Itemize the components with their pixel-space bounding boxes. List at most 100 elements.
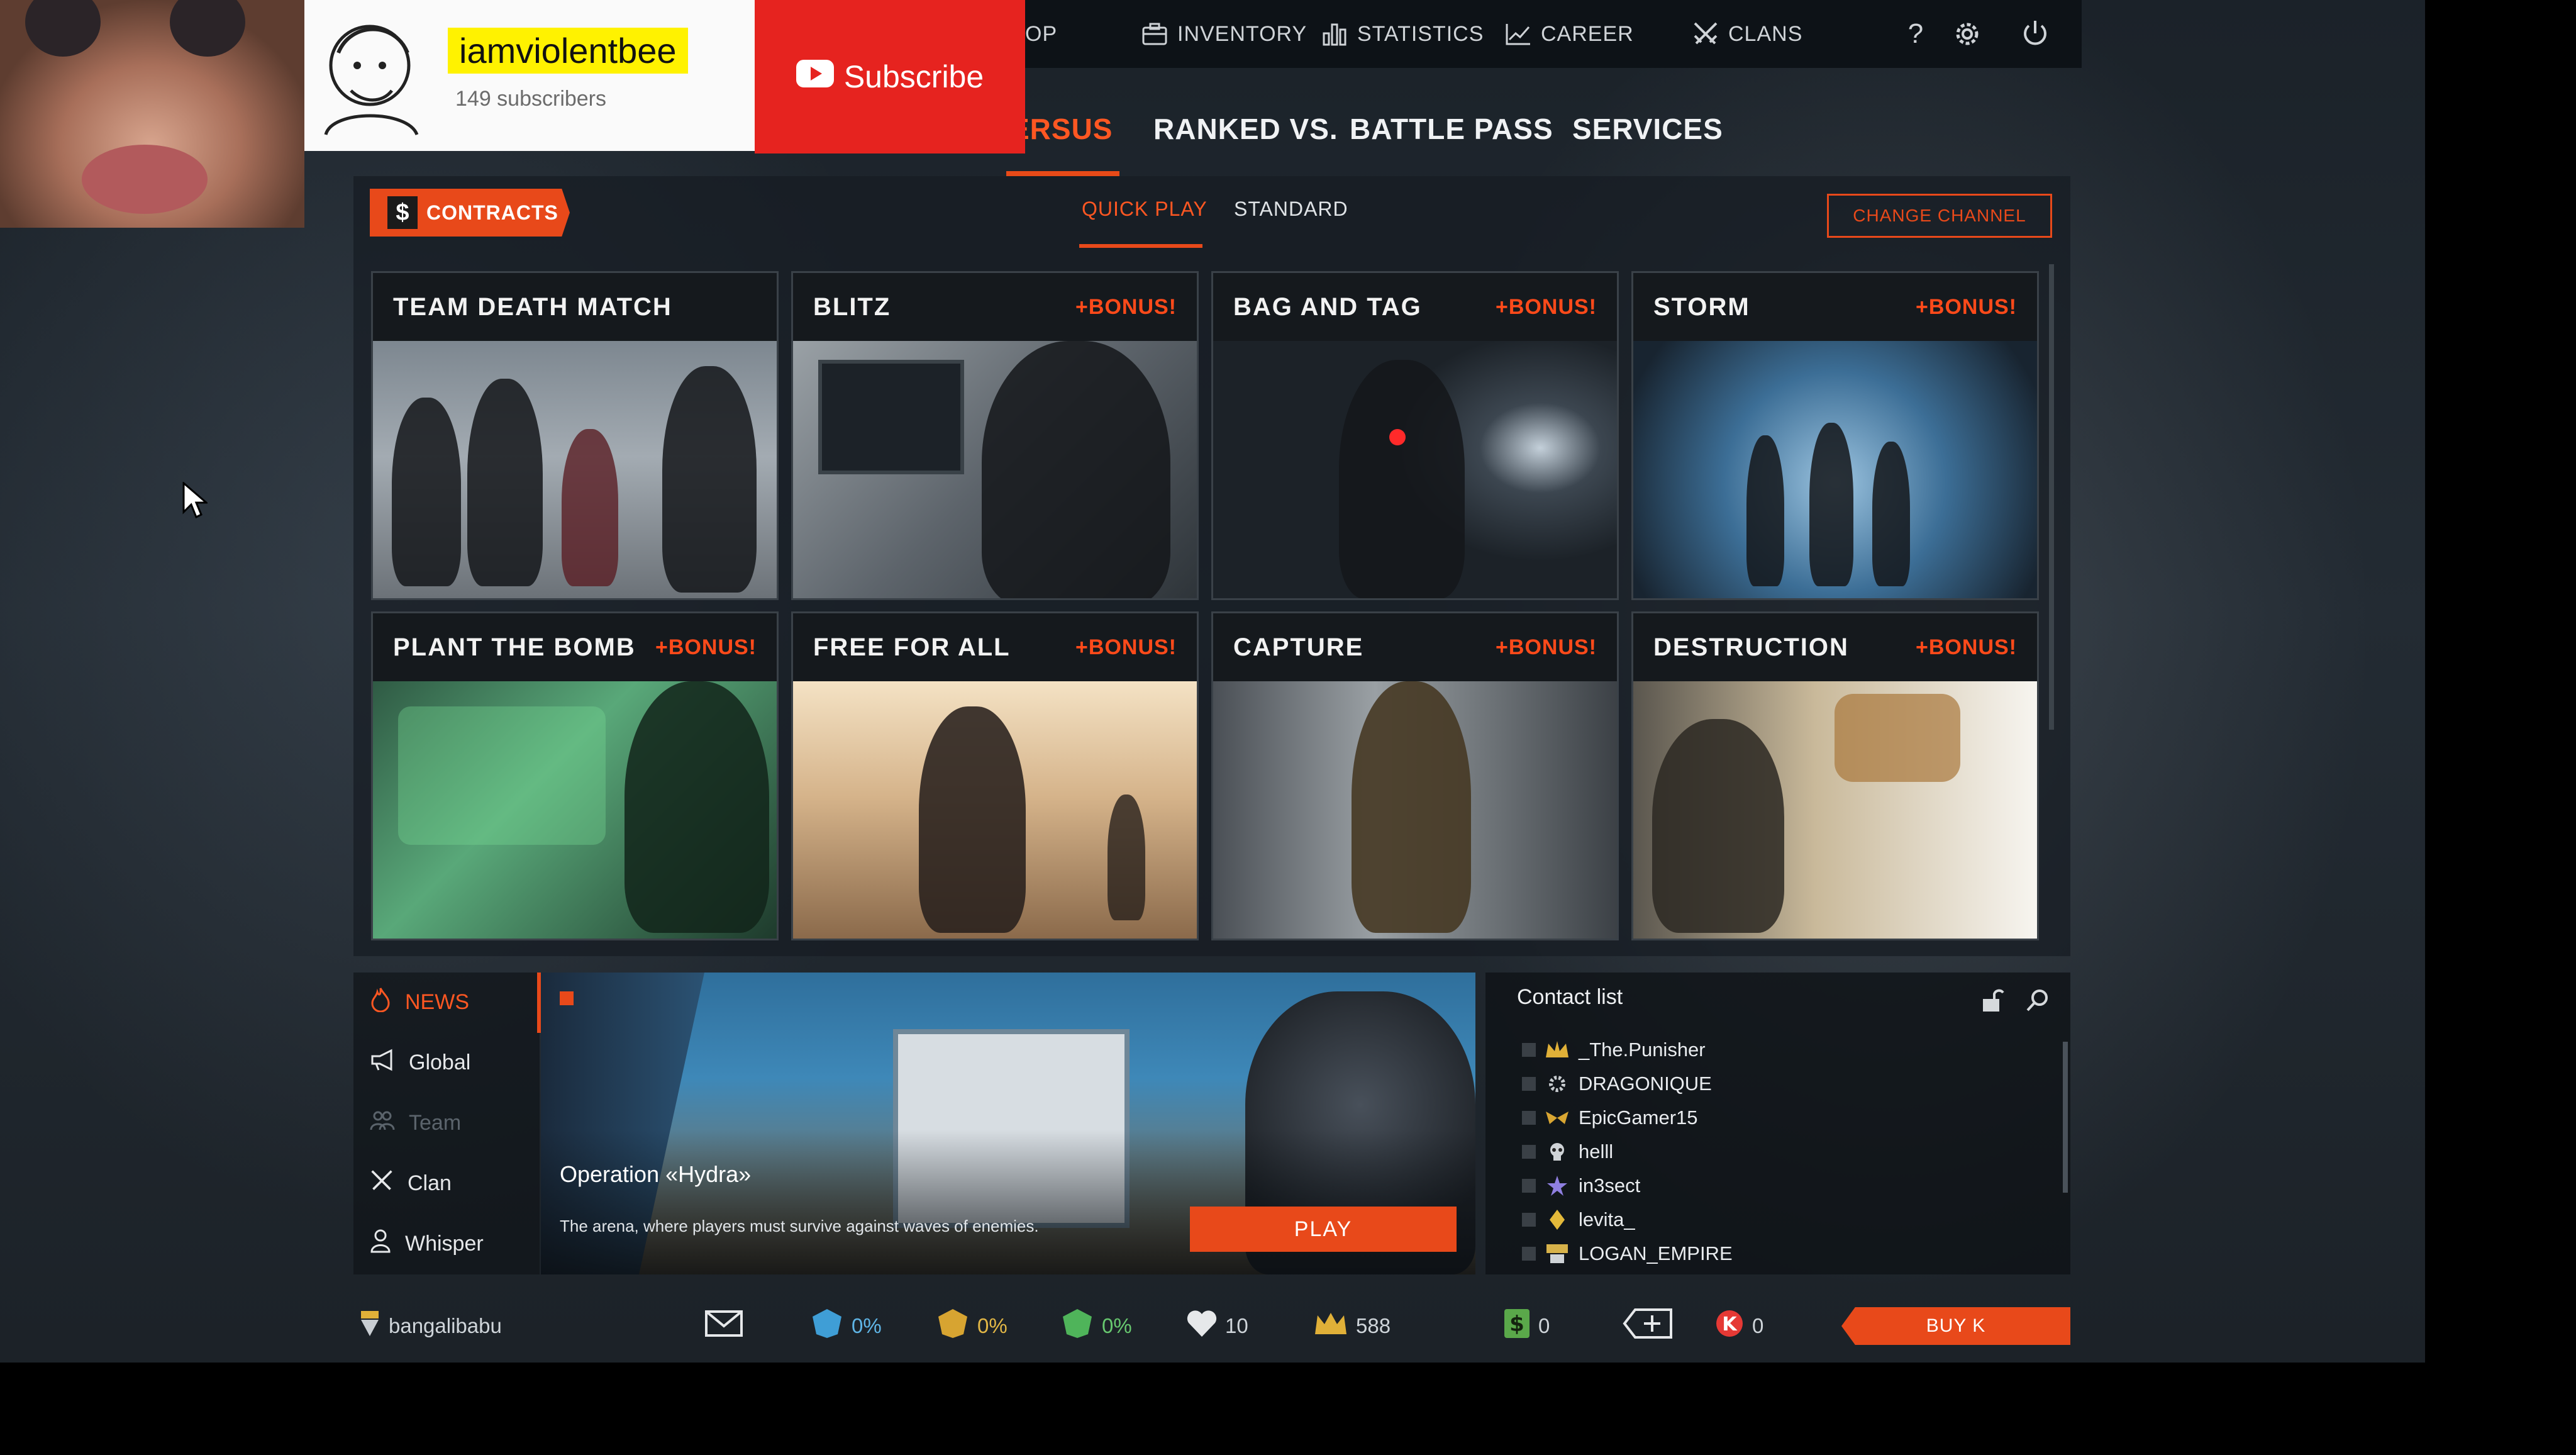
mode-card-capture[interactable]: CAPTURE +BONUS! [1211, 611, 1619, 940]
mode-art [373, 681, 777, 939]
search-icon[interactable] [2021, 984, 2054, 1017]
contracts-label: CONTRACTS [426, 201, 558, 224]
play-button[interactable]: PLAY [1190, 1207, 1457, 1252]
mode-title: PLANT THE BOMB [393, 633, 636, 661]
power-icon[interactable] [2018, 16, 2053, 52]
contact-checkbox[interactable] [1522, 1247, 1536, 1261]
subtab-underline [1079, 244, 1202, 248]
mode-art [1633, 341, 2037, 598]
dollar-icon: $ [387, 196, 418, 229]
mode-card-header: PLANT THE BOMB +BONUS! [373, 613, 777, 681]
mode-card-bag-and-tag[interactable]: BAG AND TAG +BONUS! [1211, 271, 1619, 600]
mode-title: BLITZ [813, 293, 891, 321]
subtab-quick-play[interactable]: QUICK PLAY [1082, 198, 1208, 221]
mode-card-header: CAPTURE +BONUS! [1213, 613, 1617, 681]
kcoin-icon: K [1714, 1308, 1745, 1344]
channel-label: Clan [408, 1171, 452, 1195]
channel-global[interactable]: Global [353, 1034, 540, 1091]
topnav-clans[interactable]: CLANS [1692, 16, 1802, 52]
player-status-bar: bangalibabu 0% 0% 0% 10 588 $ 0 K 0 [340, 1290, 2075, 1363]
mode-card-storm[interactable]: STORM +BONUS! [1631, 271, 2039, 600]
green-booster-icon [1060, 1308, 1094, 1344]
contact-list-title: Contact list [1517, 985, 1623, 1009]
rank-wings-icon [1545, 1105, 1570, 1130]
mode-card-destruction[interactable]: DESTRUCTION +BONUS! [1631, 611, 2039, 940]
mode-card-header: FREE FOR ALL +BONUS! [793, 613, 1197, 681]
briefcase-icon [1141, 20, 1169, 48]
mode-title: DESTRUCTION [1653, 633, 1849, 661]
mode-card-plant-the-bomb[interactable]: PLANT THE BOMB +BONUS! [371, 611, 779, 940]
banner-description: The arena, where players must survive ag… [560, 1217, 1039, 1235]
contact-checkbox[interactable] [1522, 1179, 1536, 1193]
mode-card-header: DESTRUCTION +BONUS! [1633, 613, 2037, 681]
tab-battle-pass[interactable]: BATTLE PASS [1350, 112, 1553, 146]
booster-blue-value: 0% [852, 1314, 882, 1337]
team-icon [370, 1110, 395, 1137]
news-page-indicator[interactable] [560, 991, 574, 1005]
topnav-shop[interactable]: OP [1025, 16, 1057, 52]
contact-item[interactable]: LOGAN_EMPIRE [1522, 1238, 1733, 1269]
add-currency-button[interactable] [1623, 1306, 1673, 1346]
contact-item[interactable]: EpicGamer15 [1522, 1102, 1698, 1134]
contact-name: DRAGONIQUE [1579, 1073, 1712, 1095]
contacts-scrollbar[interactable] [2063, 1042, 2068, 1193]
player-profile[interactable]: bangalibabu [358, 1306, 502, 1346]
crowns-value: 588 [1356, 1314, 1391, 1337]
channel-clan[interactable]: Clan [353, 1155, 540, 1212]
contact-checkbox[interactable] [1522, 1043, 1536, 1057]
mouth-shape [82, 145, 208, 214]
buy-k-button[interactable]: BUY K [1841, 1307, 2070, 1345]
mode-card-free-for-all[interactable]: FREE FOR ALL +BONUS! [791, 611, 1199, 940]
topnav-clans-label: CLANS [1728, 21, 1803, 46]
mode-card-team-death-match[interactable]: TEAM DEATH MATCH [371, 271, 779, 600]
unlock-icon[interactable] [1976, 984, 2009, 1017]
mode-card-header: STORM +BONUS! [1633, 273, 2037, 341]
tab-versus[interactable]: ERSUS [1010, 112, 1113, 146]
topnav-statistics-label: STATISTICS [1357, 21, 1484, 46]
topnav-inventory[interactable]: INVENTORY [1141, 16, 1307, 52]
contracts-button[interactable]: $ CONTRACTS [370, 189, 570, 237]
subscribe-button[interactable]: Subscribe [755, 0, 1025, 153]
banner-title: Operation «Hydra» [560, 1161, 752, 1187]
mode-art [1213, 341, 1617, 598]
booster-gold[interactable]: 0% [936, 1306, 1008, 1346]
topnav-career[interactable]: CAREER [1504, 16, 1634, 52]
contact-item[interactable]: in3sect [1522, 1170, 1640, 1201]
contact-item[interactable]: levita_ [1522, 1204, 1635, 1235]
blue-booster-icon [810, 1308, 844, 1344]
contact-checkbox[interactable] [1522, 1111, 1536, 1125]
contact-checkbox[interactable] [1522, 1077, 1536, 1091]
mode-bonus: +BONUS! [1916, 635, 2017, 659]
gear-icon[interactable] [1950, 16, 1985, 52]
channel-whisper[interactable]: Whisper [353, 1215, 540, 1272]
mode-title: CAPTURE [1233, 633, 1364, 661]
help-icon[interactable]: ? [1898, 16, 1933, 52]
tab-ranked-vs[interactable]: RANKED VS. [1153, 112, 1338, 146]
line-chart-icon [1504, 20, 1532, 48]
modes-scrollbar[interactable] [2049, 264, 2054, 730]
contact-checkbox[interactable] [1522, 1145, 1536, 1159]
channel-label: NEWS [405, 990, 469, 1014]
contact-item[interactable]: _The.Punisher [1522, 1034, 1706, 1066]
contact-item[interactable]: DRAGONIQUE [1522, 1068, 1712, 1100]
topnav-statistics[interactable]: STATISTICS [1321, 16, 1484, 52]
tab-services[interactable]: SERVICES [1572, 112, 1723, 146]
booster-gold-value: 0% [977, 1314, 1008, 1337]
channel-news[interactable]: NEWS [353, 974, 540, 1030]
booster-blue[interactable]: 0% [810, 1306, 882, 1346]
cash-counter: $ 0 [1503, 1306, 1550, 1346]
hearts-value: 10 [1225, 1314, 1248, 1337]
booster-green[interactable]: 0% [1060, 1306, 1132, 1346]
contact-checkbox[interactable] [1522, 1213, 1536, 1227]
subtab-standard[interactable]: STANDARD [1234, 198, 1348, 221]
mouse-cursor-icon [182, 481, 209, 523]
mode-card-blitz[interactable]: BLITZ +BONUS! [791, 271, 1199, 600]
contact-name: LOGAN_EMPIRE [1579, 1242, 1733, 1264]
change-channel-button[interactable]: CHANGE CHANNEL [1827, 194, 2052, 238]
contact-name: helll [1579, 1140, 1614, 1162]
eye-right [170, 0, 245, 57]
youtube-play-icon [796, 59, 834, 95]
top-nav-bar: OP INVENTORY STATISTICS CAREER CLANS ? [1006, 0, 2082, 68]
contact-item[interactable]: helll [1522, 1136, 1613, 1168]
mail-button[interactable] [704, 1306, 743, 1346]
